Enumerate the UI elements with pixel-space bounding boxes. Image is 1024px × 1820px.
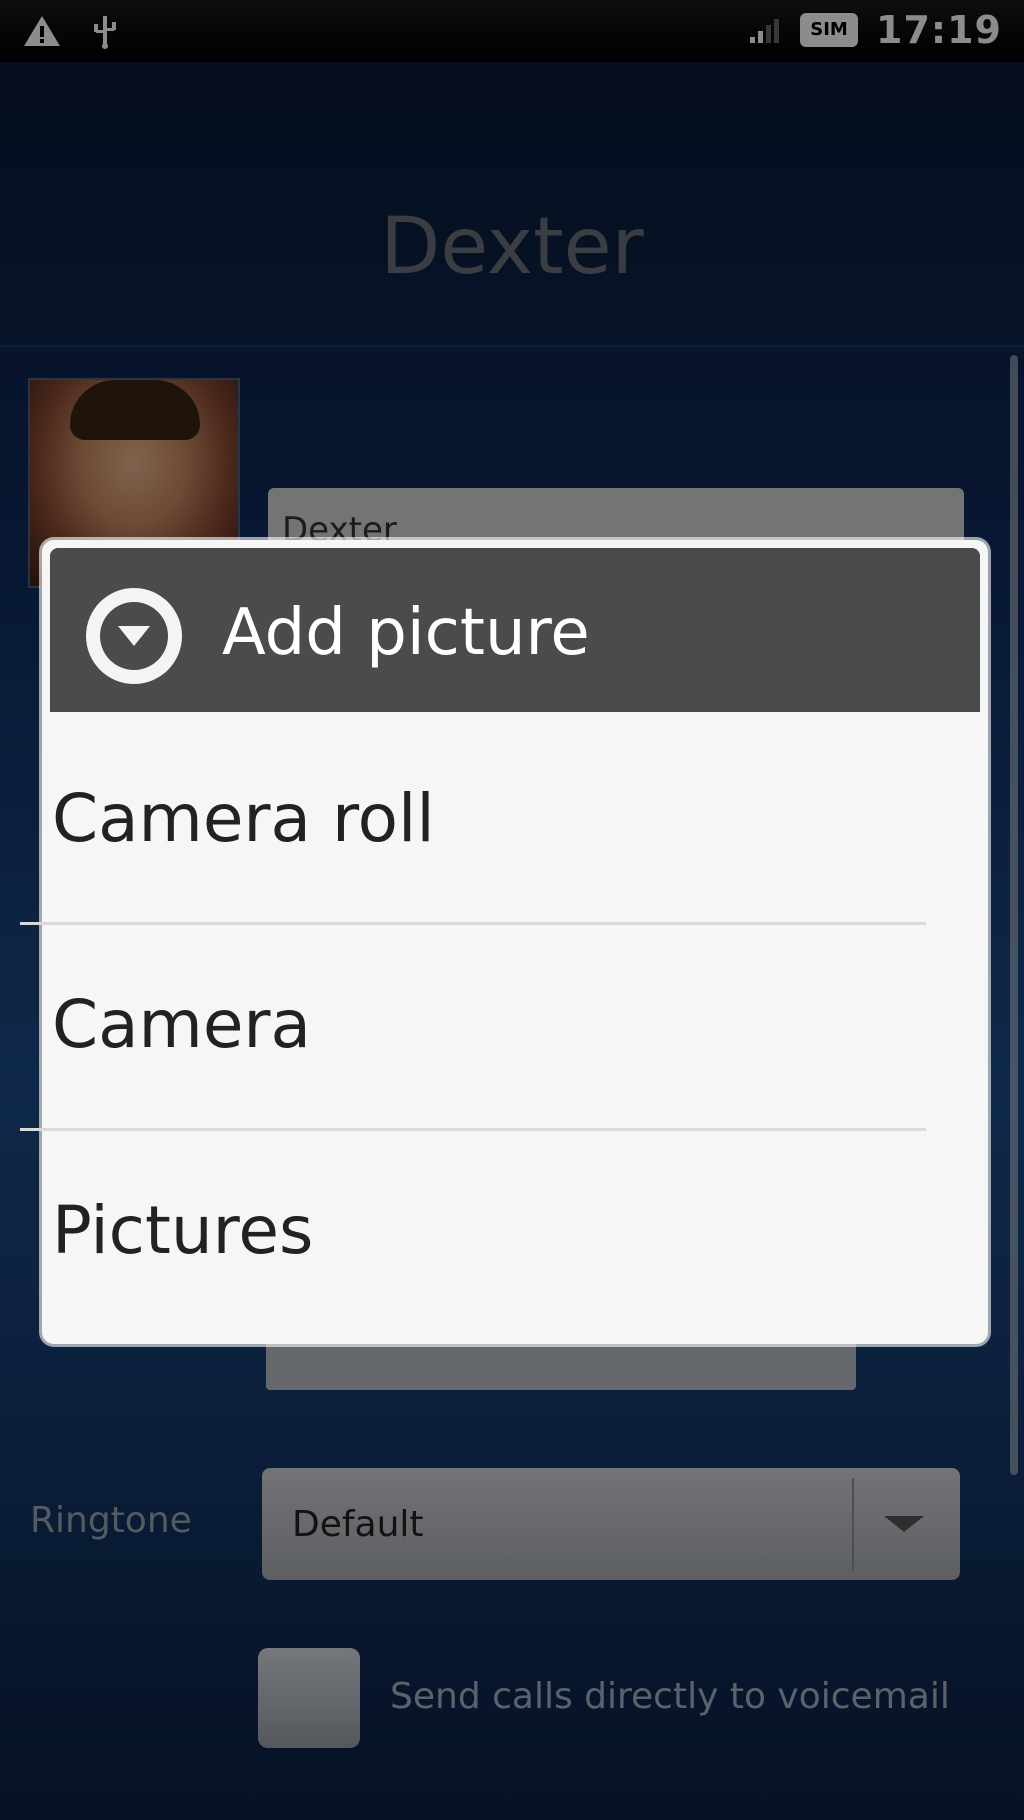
option-camera-roll[interactable]: Camera roll: [0, 716, 946, 922]
screen: SIM 17:19 Dexter Dexter Ringtone Default…: [0, 0, 1024, 1820]
option-pictures[interactable]: Pictures: [0, 1128, 946, 1334]
option-camera[interactable]: Camera: [0, 922, 946, 1128]
dialog-title: Add picture: [222, 596, 590, 670]
triangle-down-icon: [118, 626, 150, 646]
dropdown-circle-icon: [86, 588, 182, 684]
dialog-header: Add picture: [50, 548, 980, 712]
dropdown-circle-inner: [100, 602, 168, 670]
